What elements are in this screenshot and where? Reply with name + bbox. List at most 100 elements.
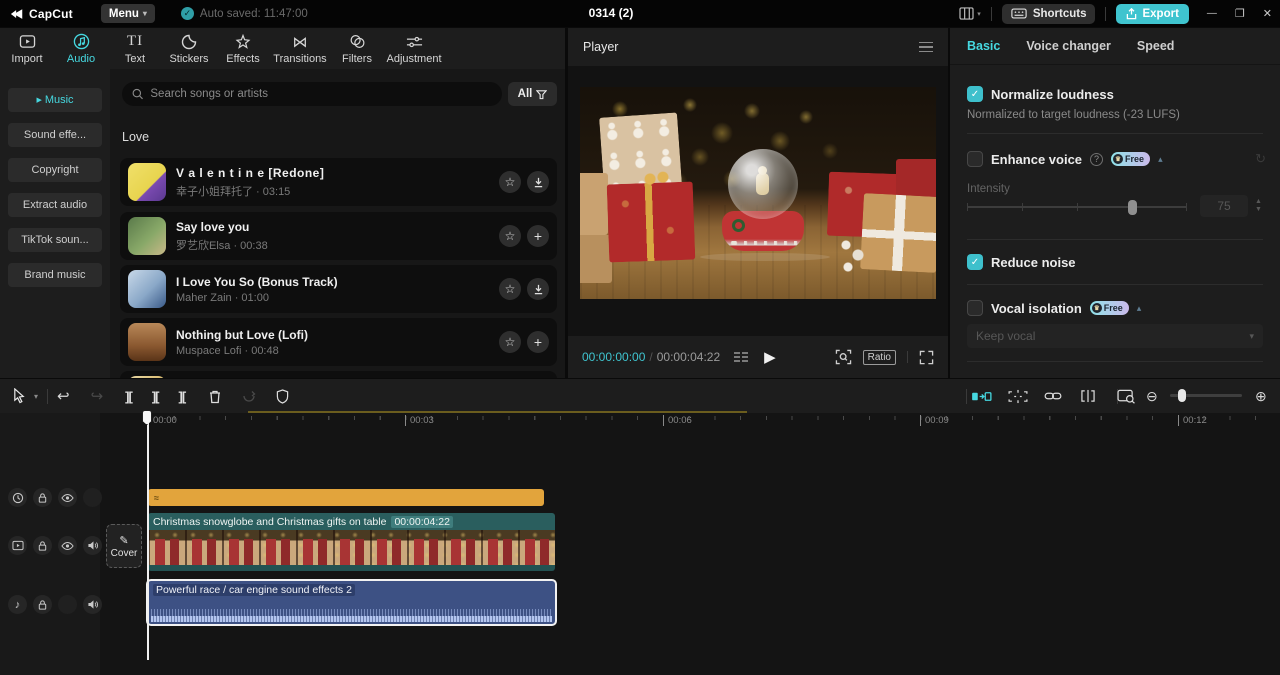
add-icon[interactable]: + (527, 225, 549, 247)
intensity-stepper[interactable]: ▲ ▼ (1252, 195, 1265, 217)
tab-import[interactable]: Import (0, 33, 54, 65)
collapse-icon[interactable]: ▴ (1137, 303, 1142, 314)
sidebar-item-sound-effects[interactable]: Sound effe... (8, 123, 102, 147)
tab-filters[interactable]: Filters (330, 33, 384, 65)
song-row[interactable]: V a l e n t i n e [Redone] 幸子小姐拜托了 · 03:… (120, 158, 557, 206)
timer-icon[interactable] (8, 488, 27, 507)
song-title: Nothing but Love (Lofi) (176, 328, 499, 342)
play-button[interactable]: ▶ (764, 348, 776, 366)
audio-clip-selected[interactable]: Powerful race / car engine sound effects… (146, 579, 557, 626)
lock-icon[interactable] (33, 488, 52, 507)
player-menu-icon[interactable] (919, 42, 933, 53)
redo-button[interactable]: ↪ (91, 387, 104, 405)
tab-stickers[interactable]: Stickers (162, 33, 216, 65)
favorite-star-icon[interactable]: ☆ (499, 278, 521, 300)
zoom-in-icon[interactable]: ⊕ (1255, 388, 1267, 405)
filter-button[interactable]: All (508, 82, 557, 106)
mask-shield-icon[interactable] (276, 389, 289, 404)
lock-icon[interactable] (33, 595, 52, 614)
sidebar-item-music[interactable]: ▶ Music (8, 88, 102, 112)
song-row[interactable]: Wedding Day (120, 371, 557, 378)
shortcuts-button[interactable]: Shortcuts (1002, 4, 1096, 24)
sidebar-item-extract-audio[interactable]: Extract audio (8, 193, 102, 217)
lock-icon[interactable] (33, 536, 52, 555)
link-icon[interactable] (1044, 390, 1062, 402)
search-input[interactable] (150, 88, 492, 100)
playhead[interactable] (147, 410, 149, 660)
snap-magnet-icon[interactable] (971, 389, 992, 404)
eye-icon[interactable] (58, 488, 77, 507)
tab-basic[interactable]: Basic (967, 39, 1000, 53)
mirror-split-icon[interactable] (1080, 389, 1096, 403)
chevron-down-icon[interactable]: ▾ (34, 392, 38, 401)
tab-text[interactable]: TI Text (108, 33, 162, 65)
song-row[interactable]: Say love you 罗艺欣Elsa · 00:38 ☆ + (120, 212, 557, 260)
download-icon[interactable] (527, 278, 549, 300)
stepper-down-icon[interactable]: ▼ (1255, 206, 1262, 214)
timeline-zoom-slider[interactable] (1170, 394, 1242, 397)
favorite-star-icon[interactable]: ☆ (499, 331, 521, 353)
fullscreen-icon[interactable] (919, 350, 934, 365)
timeline-ruler[interactable]: 00:00 00:03 00:06 00:09 00:12 (100, 413, 1280, 430)
slider-thumb[interactable] (1178, 389, 1186, 402)
collapse-icon[interactable]: ▴ (1158, 154, 1163, 165)
help-icon[interactable]: ? (1090, 153, 1103, 166)
split-right-button[interactable]: ][ (179, 389, 186, 404)
zoom-out-icon[interactable]: ⊖ (1146, 388, 1158, 405)
undo-button[interactable]: ↩ (57, 387, 70, 405)
preview-zoom-icon[interactable] (1117, 389, 1136, 404)
video-clip[interactable]: Christmas snowglobe and Christmas gifts … (148, 513, 555, 571)
sidebar-item-tiktok-sounds[interactable]: TikTok soun... (8, 228, 102, 252)
tab-adjustment[interactable]: Adjustment (384, 33, 444, 65)
text-clip[interactable]: ≈ (148, 489, 544, 506)
minimize-button[interactable]: — (1207, 8, 1217, 19)
song-row[interactable]: Nothing but Love (Lofi) Muspace Lofi · 0… (120, 318, 557, 366)
close-button[interactable]: ✕ (1263, 7, 1272, 20)
maximize-button[interactable]: ❐ (1235, 7, 1245, 20)
song-row[interactable]: I Love You So (Bonus Track) Maher Zain ·… (120, 265, 557, 313)
quality-icon[interactable] (734, 352, 748, 362)
intensity-value[interactable]: 75 (1200, 195, 1248, 217)
split-button[interactable]: ][ (152, 389, 159, 404)
vocal-isolation-checkbox[interactable] (967, 300, 983, 316)
intensity-slider[interactable] (967, 206, 1187, 208)
tab-speed[interactable]: Speed (1137, 39, 1175, 53)
music-note-icon[interactable]: ♪ (8, 595, 27, 614)
auto-split-icon[interactable] (1008, 389, 1028, 404)
freeze-button[interactable] (242, 389, 256, 403)
search-bar[interactable] (122, 82, 502, 106)
tab-transitions[interactable]: ⋈ Transitions (270, 33, 330, 65)
speaker-icon[interactable] (83, 536, 102, 555)
tab-effects[interactable]: Effects (216, 33, 270, 65)
ratio-button[interactable]: Ratio (863, 350, 896, 365)
sidebar-item-brand-music[interactable]: Brand music (8, 263, 102, 287)
stepper-up-icon[interactable]: ▲ (1255, 198, 1262, 206)
eye-icon[interactable] (58, 536, 77, 555)
layout-switcher[interactable]: ▾ (959, 7, 981, 20)
tab-voice-changer[interactable]: Voice changer (1026, 39, 1111, 53)
delete-button[interactable] (208, 389, 222, 404)
split-left-button[interactable]: ][ (125, 389, 132, 404)
menu-button[interactable]: Menu ▾ (101, 4, 155, 23)
frame-preview-icon[interactable] (835, 349, 852, 365)
favorite-star-icon[interactable]: ☆ (499, 171, 521, 193)
video-track-icon[interactable] (8, 536, 27, 555)
enhance-voice-checkbox[interactable] (967, 151, 983, 167)
export-button[interactable]: Export (1116, 4, 1188, 24)
favorite-star-icon[interactable]: ☆ (499, 225, 521, 247)
player-viewport[interactable] (568, 66, 948, 336)
download-icon[interactable] (527, 171, 549, 193)
render-cache-indicator (248, 411, 747, 413)
tab-audio[interactable]: Audio (54, 33, 108, 65)
add-icon[interactable]: + (527, 331, 549, 353)
select-tool[interactable] (12, 388, 27, 404)
cover-button[interactable]: ✎ Cover (106, 524, 142, 568)
divider (907, 351, 908, 363)
reduce-noise-checkbox[interactable]: ✓ (967, 254, 983, 270)
keep-vocal-dropdown[interactable]: Keep vocal ▾ (967, 324, 1263, 348)
shortcuts-label: Shortcuts (1033, 8, 1087, 20)
slider-thumb[interactable] (1128, 200, 1137, 215)
speaker-icon[interactable] (83, 595, 102, 614)
sidebar-item-copyright[interactable]: Copyright (8, 158, 102, 182)
normalize-checkbox[interactable]: ✓ (967, 86, 983, 102)
